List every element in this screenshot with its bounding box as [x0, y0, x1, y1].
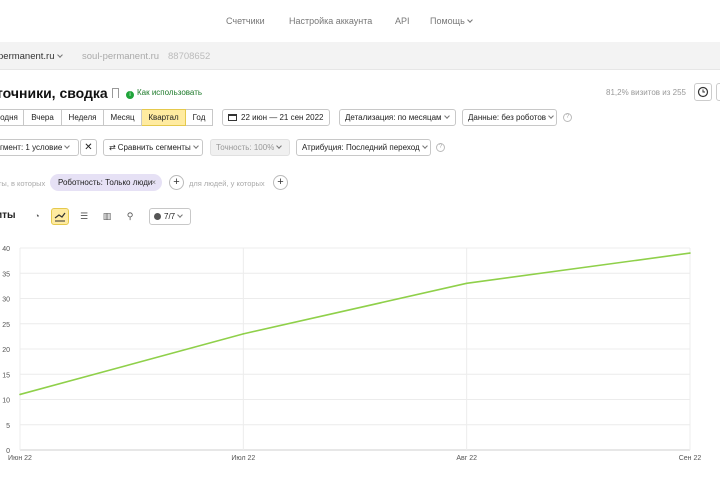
period-tab-month[interactable]: Месяц	[104, 109, 142, 126]
period-tab-quarter[interactable]: Квартал	[142, 109, 186, 126]
compare-segments-button[interactable]: ⇄ Сравнить сегменты	[103, 139, 203, 156]
line-chart-icon[interactable]	[51, 208, 69, 225]
counter-bar: permanent.ru soul-permanent.ru 88708652	[0, 42, 720, 70]
stacked-chart-icon[interactable]: ☰	[75, 208, 93, 225]
counter-selector[interactable]: permanent.ru	[0, 51, 63, 62]
info-icon: i	[126, 91, 134, 99]
nav-account-settings-link[interactable]: Настройка аккаунта	[289, 16, 372, 26]
segment-label: гмент: 1 условие	[0, 143, 63, 152]
y-tick-label: 5	[6, 423, 10, 430]
y-tick-label: 0	[6, 448, 10, 455]
x-tick-label: Июн 22	[8, 455, 32, 462]
period-tab-today[interactable]: одня	[0, 109, 24, 126]
add-people-filter-button[interactable]: +	[273, 175, 288, 190]
period-tab-yesterday[interactable]: Вчера	[24, 109, 62, 126]
y-tick-label: 40	[2, 246, 10, 253]
detail-dropdown[interactable]: Детализация: по месяцам	[339, 109, 456, 126]
chevron-down-icon	[192, 143, 199, 149]
how-to-use-link[interactable]: i Как использовать	[126, 88, 202, 99]
counter-name: permanent.ru	[0, 51, 55, 62]
clock-icon-button[interactable]	[694, 83, 712, 101]
visits-line-chart: 0 5 10 15 20 25 30 35 40 Июн 22 Июл 22 Авг 22 Сен 22	[2, 246, 702, 462]
visualization-title: иты	[0, 210, 16, 221]
chevron-down-icon	[56, 52, 63, 58]
filter-chip-robots[interactable]: Роботность: Только люди ×	[50, 174, 162, 191]
y-tick-label: 10	[2, 398, 10, 405]
attribution-label: Атрибуция: Последний переход	[302, 143, 420, 152]
y-tick-label: 30	[2, 297, 10, 304]
nav-api-link[interactable]: API	[395, 16, 410, 26]
y-tick-label: 35	[2, 271, 10, 278]
robots-dropdown[interactable]: Данные: без роботов	[462, 109, 557, 126]
chevron-down-icon	[421, 143, 428, 149]
x-tick-label: Сен 22	[679, 455, 702, 462]
clock-icon	[697, 86, 709, 98]
data-point	[242, 333, 245, 335]
y-tick-label: 25	[2, 322, 10, 329]
chevron-down-icon	[276, 143, 283, 149]
help-icon[interactable]: ?	[563, 113, 572, 122]
clear-segment-button[interactable]: ✕	[80, 139, 97, 156]
plus-icon: +	[277, 176, 284, 188]
calendar-icon	[228, 114, 237, 121]
page-title: точники, сводка	[0, 85, 108, 101]
date-range-label: 22 июн — 21 сен 2022	[241, 113, 324, 122]
line-chart-glyph	[54, 212, 66, 222]
accuracy-label: Точность: 100%	[216, 143, 275, 152]
compare-icon: ⇄	[109, 143, 116, 152]
map-pin-icon[interactable]: ⚲	[121, 208, 139, 225]
chevron-down-icon	[466, 17, 473, 23]
period-tab-year[interactable]: Год	[186, 109, 213, 126]
top-navigation: Счетчики Настройка аккаунта API Помощь	[0, 0, 720, 42]
add-visit-filter-button[interactable]: +	[169, 175, 184, 190]
x-tick-label: Июл 22	[231, 455, 255, 462]
chevron-down-icon	[64, 143, 71, 149]
data-point	[465, 282, 468, 285]
x-tick-label: Авг 22	[456, 455, 477, 462]
segment-dropdown[interactable]: гмент: 1 условие	[0, 139, 79, 156]
filter-chip-label: Роботность: Только люди	[58, 178, 153, 187]
bar-chart-icon[interactable]: ▥	[98, 208, 116, 225]
help-icon[interactable]: ?	[436, 143, 445, 152]
bookmark-icon[interactable]	[112, 88, 119, 98]
detail-label: Детализация: по месяцам	[345, 113, 442, 122]
chat-icon	[154, 213, 161, 220]
metrics-count: 7/7	[164, 212, 176, 221]
y-tick-label: 15	[2, 372, 10, 379]
period-tab-week[interactable]: Неделя	[62, 109, 104, 126]
chevron-down-icon	[443, 113, 450, 119]
plus-icon: +	[173, 176, 180, 188]
more-button[interactable]	[716, 83, 720, 101]
people-filter-text: для людей, у которых	[189, 179, 265, 188]
metrics-dropdown[interactable]: 7/7	[149, 208, 191, 225]
date-range-picker[interactable]: 22 июн — 21 сен 2022	[222, 109, 330, 126]
sampling-note: 81,2% визитов из 255	[606, 88, 686, 97]
robots-label: Данные: без роботов	[468, 113, 547, 122]
chevron-down-icon	[548, 113, 554, 119]
attribution-dropdown[interactable]: Атрибуция: Последний переход	[296, 139, 431, 156]
visits-filter-text: ты, в которых	[0, 179, 46, 188]
nav-help-menu[interactable]: Помощь	[430, 16, 473, 26]
nav-counters-link[interactable]: Счетчики	[226, 16, 265, 26]
data-point	[19, 393, 21, 396]
close-icon: ✕	[84, 142, 93, 153]
compare-label: Сравнить сегменты	[117, 143, 191, 152]
nav-help-label: Помощь	[430, 16, 465, 26]
y-tick-label: 20	[2, 347, 10, 354]
counter-site: soul-permanent.ru	[82, 51, 160, 62]
close-icon[interactable]: ×	[151, 174, 156, 191]
how-to-use-label: Как использовать	[137, 88, 203, 97]
counter-id: 88708652	[168, 51, 211, 62]
chevron-down-icon	[177, 212, 183, 218]
accuracy-dropdown[interactable]: Точность: 100%	[210, 139, 290, 156]
data-point	[689, 252, 691, 254]
pie-chart-icon[interactable]: ◔	[28, 208, 46, 225]
